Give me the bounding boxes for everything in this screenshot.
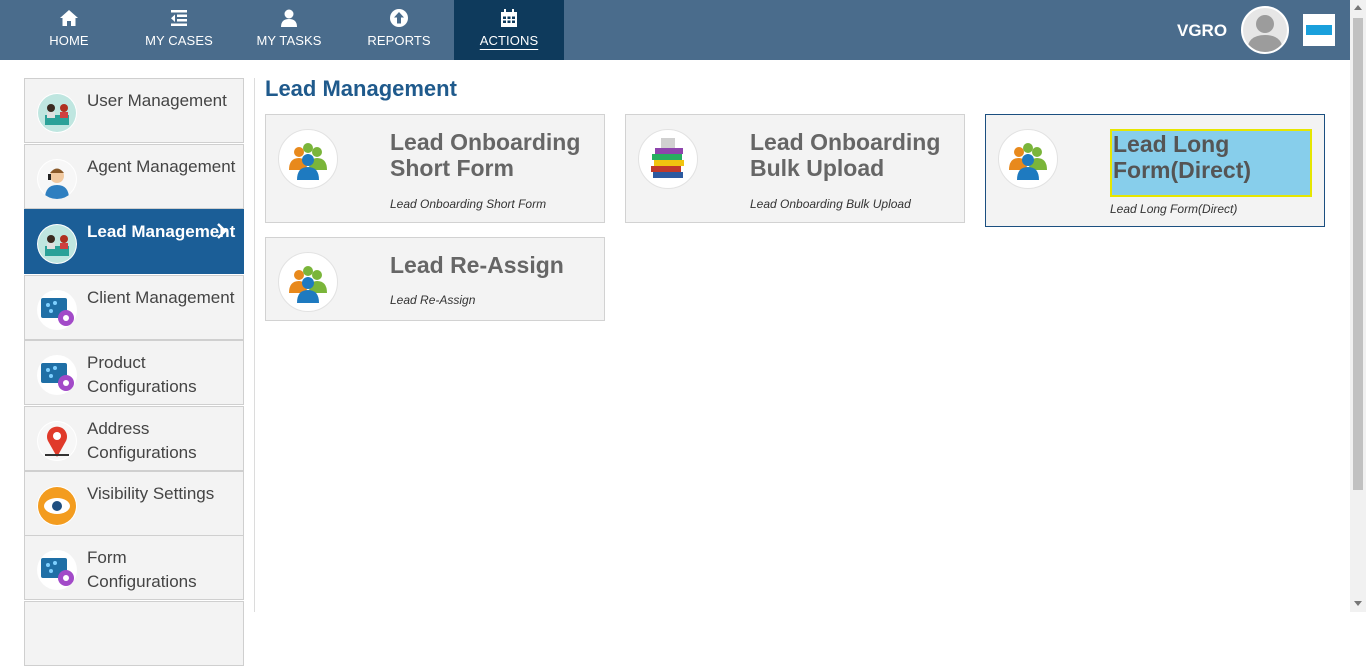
sidebar-divider	[254, 78, 255, 612]
chevron-right-icon	[217, 223, 227, 239]
card-title: Lead Onboarding Short Form	[390, 129, 581, 181]
card-lead-long-form-direct[interactable]: Lead Long Form(Direct) Lead Long Form(Di…	[985, 114, 1325, 227]
nav-actions-label: ACTIONS	[479, 33, 539, 48]
people-group-icon	[998, 129, 1058, 189]
card-subtitle: Lead Long Form(Direct)	[1110, 202, 1238, 216]
card-title: Lead Onboarding Bulk Upload	[750, 129, 941, 181]
sidebar-item-product-configurations[interactable]: Product Configurations	[24, 340, 244, 405]
avatar[interactable]	[1241, 6, 1289, 54]
nav-actions[interactable]: ACTIONS	[454, 0, 564, 60]
nav-home[interactable]: HOME	[14, 0, 124, 60]
sidebar: User Management Agent Management Lead Ma…	[24, 78, 244, 666]
sidebar-item-label: Form Configurations	[87, 548, 197, 591]
card-title: Lead Re-Assign	[390, 252, 564, 278]
people-group-icon	[278, 129, 338, 189]
scroll-up-arrow-icon[interactable]	[1354, 5, 1362, 10]
nav-reports-label: REPORTS	[367, 33, 431, 48]
card-title: Lead Long Form(Direct)	[1110, 129, 1312, 197]
user-name: VGRO	[1177, 21, 1228, 40]
sidebar-item-label: Visibility Settings	[87, 484, 215, 503]
card-subtitle: Lead Onboarding Short Form	[390, 197, 547, 211]
card-lead-onboarding-short-form[interactable]: Lead Onboarding Short Form Lead Onboardi…	[265, 114, 605, 223]
sidebar-item-client-management[interactable]: Client Management	[24, 275, 244, 340]
document-stack-icon	[638, 129, 698, 189]
user-avatar-icon	[1247, 15, 1283, 52]
sidebar-item-user-management[interactable]: User Management	[24, 78, 244, 143]
nav-my-cases-label: MY CASES	[145, 33, 213, 48]
sidebar-item-label: Agent Management	[87, 157, 236, 176]
sidebar-item-address-configurations[interactable]: Address Configurations	[24, 406, 244, 471]
calendar-icon	[501, 9, 517, 27]
scroll-thumb[interactable]	[1353, 18, 1363, 490]
map-pin-icon	[37, 421, 77, 461]
office-people-icon	[37, 93, 77, 133]
top-navigation-bar: HOME MY CASES MY TASKS REPORTS ACTIONS V…	[0, 0, 1350, 60]
monitor-gear-icon	[37, 355, 77, 395]
eye-icon	[37, 486, 77, 526]
card-subtitle: Lead Re-Assign	[390, 293, 476, 307]
card-subtitle: Lead Onboarding Bulk Upload	[750, 197, 911, 211]
nav-reports[interactable]: REPORTS	[344, 0, 454, 60]
monitor-gear-icon	[37, 550, 77, 590]
sidebar-item-label: Client Management	[87, 288, 235, 307]
sidebar-item-label: Product Configurations	[87, 353, 197, 396]
cases-list-icon	[171, 10, 187, 26]
card-lead-re-assign[interactable]: Lead Re-Assign Lead Re-Assign	[265, 237, 605, 321]
nav-my-tasks-label: MY TASKS	[256, 33, 322, 48]
nav-home-label: HOME	[49, 33, 89, 48]
office-people-icon	[37, 224, 77, 264]
vertical-scrollbar[interactable]	[1350, 0, 1366, 612]
sidebar-item-more[interactable]	[24, 601, 244, 666]
sidebar-item-form-configurations[interactable]: Form Configurations	[24, 535, 244, 600]
sidebar-item-visibility-settings[interactable]: Visibility Settings	[24, 471, 244, 536]
nav-my-cases[interactable]: MY CASES	[124, 0, 234, 60]
page-title: Lead Management	[265, 76, 457, 101]
scroll-down-arrow-icon[interactable]	[1354, 601, 1362, 606]
brand-logo	[1303, 14, 1335, 46]
people-group-icon	[278, 252, 338, 312]
sidebar-item-label: User Management	[87, 91, 227, 110]
card-lead-onboarding-bulk-upload[interactable]: Lead Onboarding Bulk Upload Lead Onboard…	[625, 114, 965, 223]
agent-headset-icon	[37, 159, 77, 199]
monitor-gear-icon	[37, 290, 77, 330]
sidebar-item-label: Address Configurations	[87, 419, 197, 462]
user-icon	[281, 9, 297, 27]
arrow-up-circle-icon	[390, 9, 408, 27]
home-icon	[60, 10, 78, 26]
sidebar-item-agent-management[interactable]: Agent Management	[24, 144, 244, 209]
nav-my-tasks[interactable]: MY TASKS	[234, 0, 344, 60]
sidebar-item-lead-management[interactable]: Lead Management	[24, 209, 244, 274]
